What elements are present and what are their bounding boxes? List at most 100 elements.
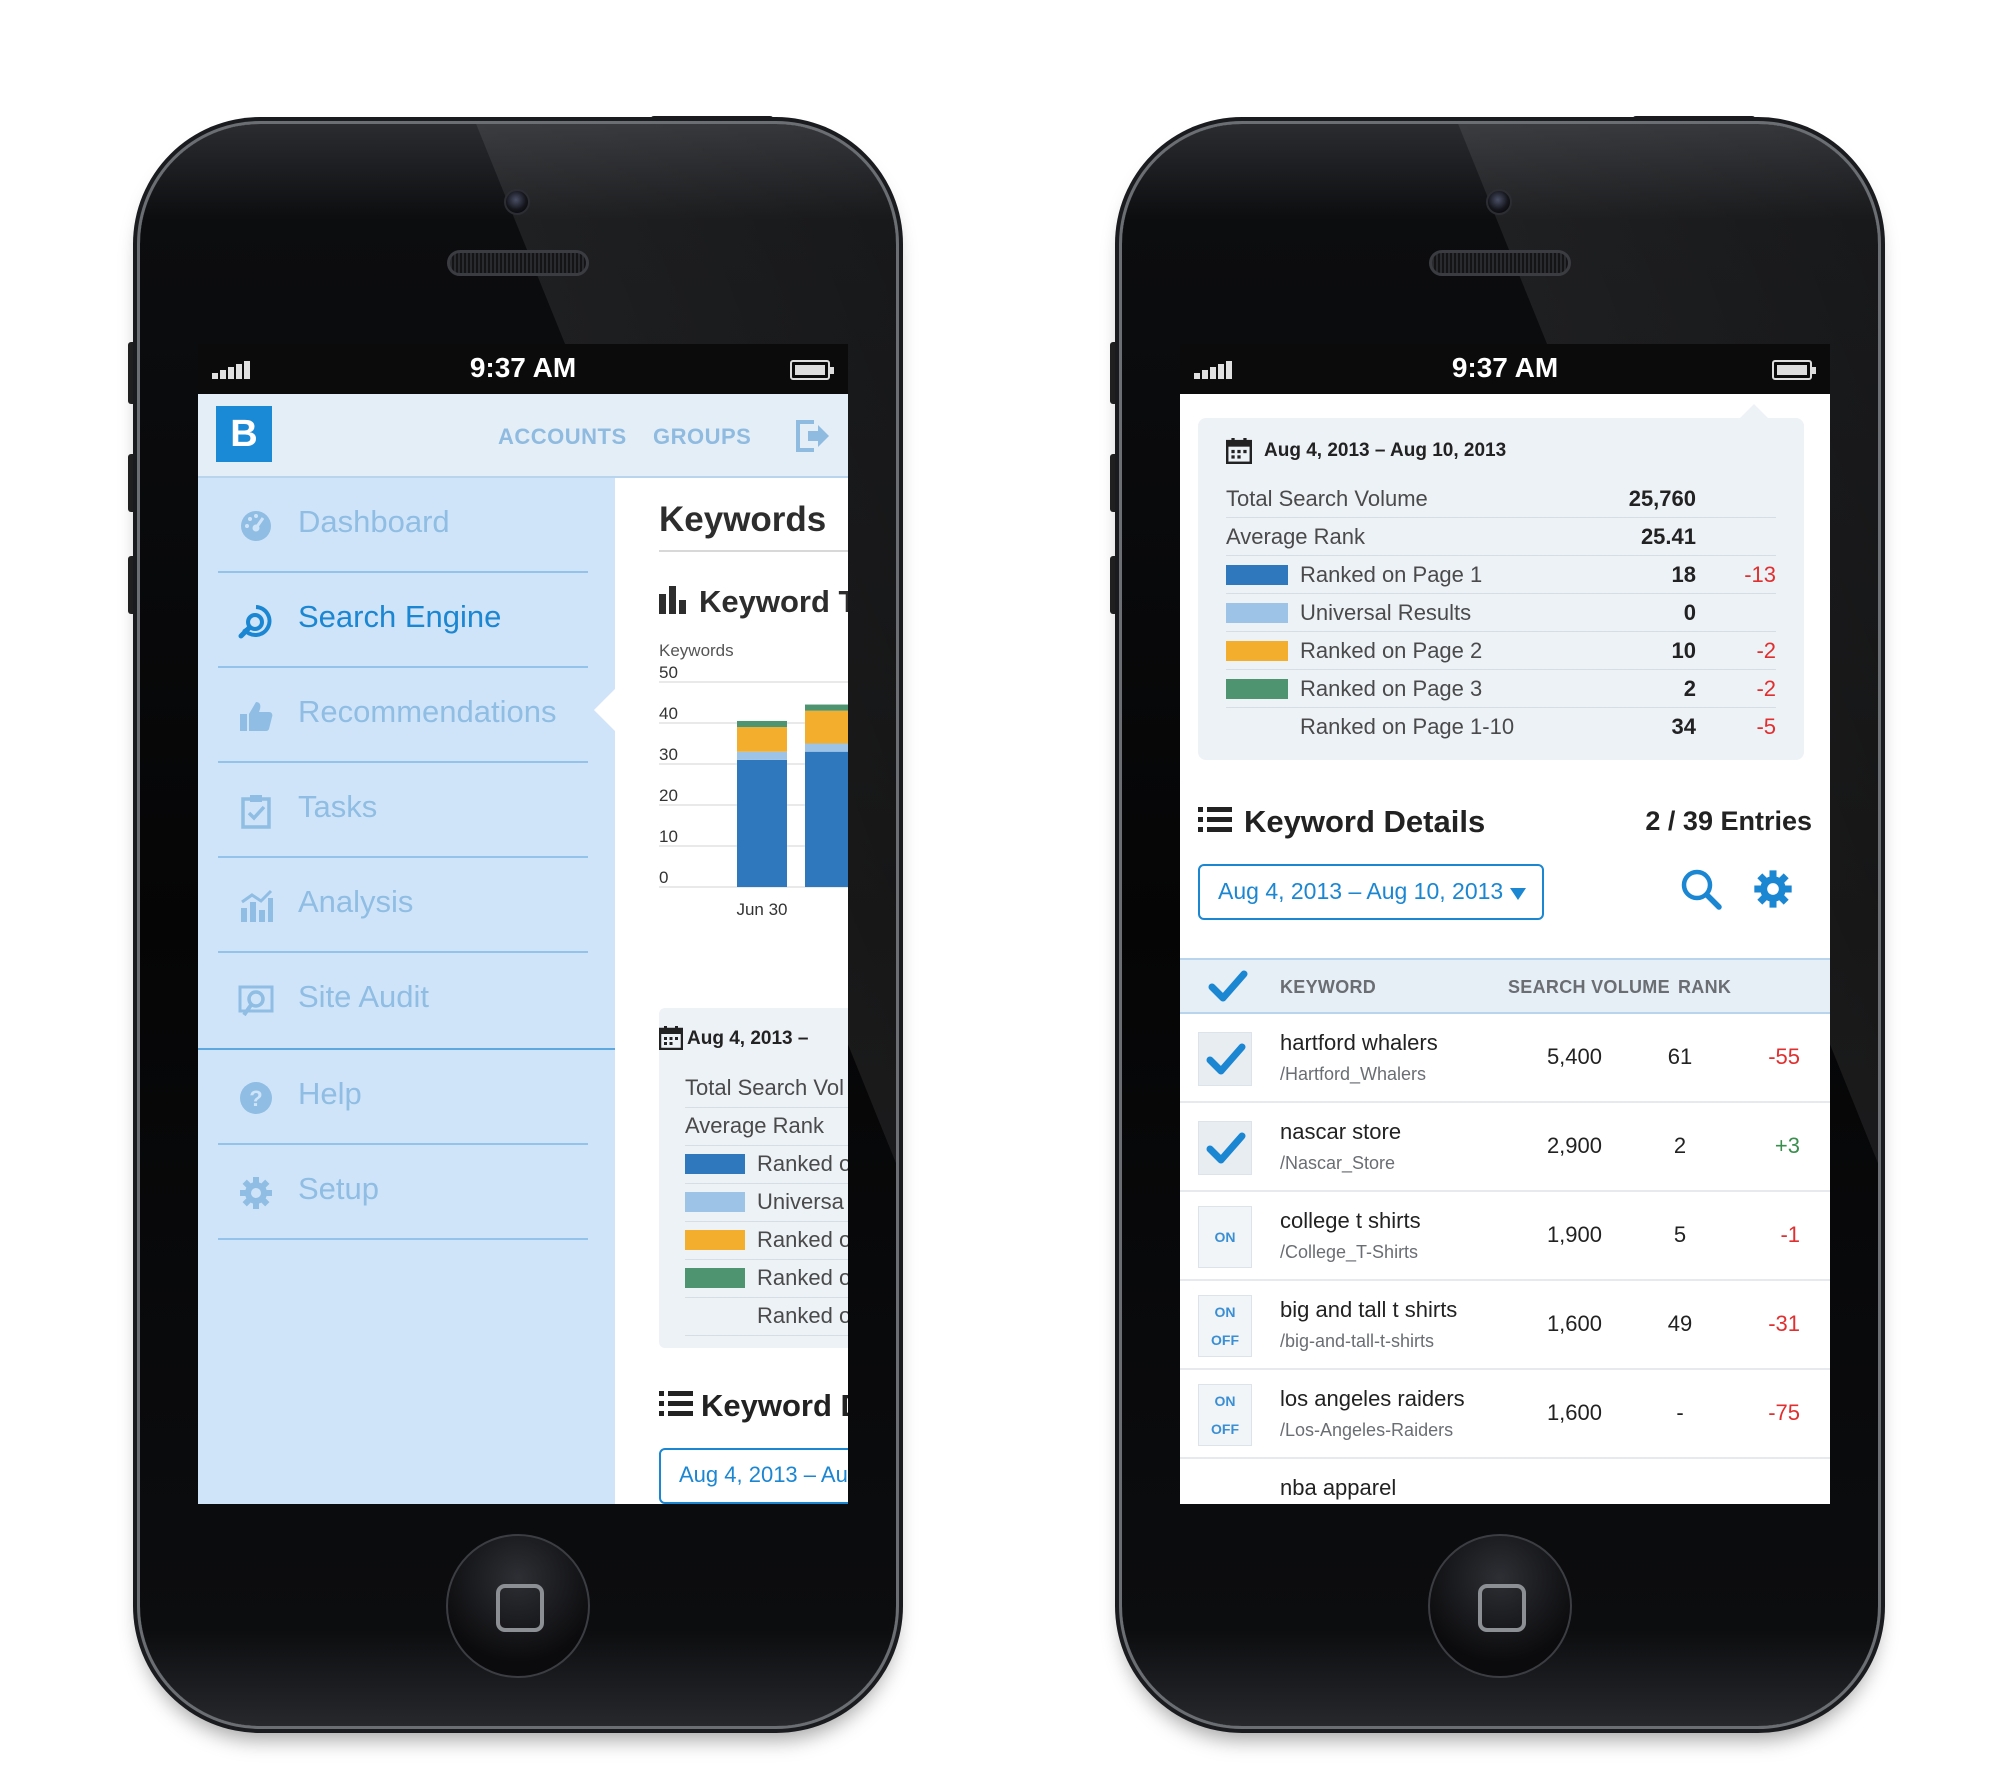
table-row[interactable]: ON OFF big and tall t shirts /big-and-ta… — [1180, 1281, 1830, 1370]
summary-label: Ranked o — [757, 1227, 848, 1252]
app-left: B ACCOUNTS GROUPS Dashboard Search Engin… — [198, 394, 848, 1504]
sidebar-item-analysis[interactable]: Analysis — [218, 858, 588, 953]
select-all-check-icon[interactable] — [1208, 968, 1248, 1006]
legend-swatch — [685, 1230, 745, 1250]
sidebar-item-recommendations[interactable]: Recommendations — [218, 668, 588, 763]
details-heading: Keyword Details — [1244, 804, 1486, 839]
row-toggle[interactable]: ON OFF — [1198, 1384, 1252, 1446]
summary-row: Ranked o — [685, 1298, 848, 1336]
summary-label: Total Search Vol — [685, 1075, 844, 1100]
row-checkbox[interactable] — [1198, 1121, 1252, 1175]
front-camera — [504, 189, 530, 215]
bar-segment — [737, 727, 787, 752]
summary-row-total-volume: Total Search Volume 25,760 — [1226, 480, 1776, 518]
keywords-content: Keywords Keyword T Keywords 50 40 30 20 10 0 Ju… — [615, 478, 848, 1504]
volume-up-button — [128, 454, 138, 512]
summary-row-average-rank: Average Rank 25.41 — [1226, 518, 1776, 556]
search-engine-icon — [238, 605, 272, 639]
keyword-rank: 5 — [1673, 1222, 1687, 1247]
keyword-rank: 49 — [1667, 1311, 1693, 1336]
sidebar-item-setup[interactable]: Setup — [218, 1145, 588, 1240]
sidebar-label-help: Help — [298, 1076, 362, 1111]
bar-segment — [737, 759, 787, 887]
summary-row: Average Rank — [685, 1108, 848, 1146]
date-range-select[interactable]: Aug 4, 2013 – Au — [659, 1448, 848, 1504]
row-checkbox[interactable] — [1198, 1032, 1252, 1086]
table-header: KEYWORD SEARCH VOLUME RANK — [1180, 958, 1830, 1014]
table-row[interactable]: hartford whalers /Hartford_Whalers 5,400… — [1180, 1014, 1830, 1103]
table-row[interactable]: ON college t shirts /College_T-Shirts 1,… — [1180, 1192, 1830, 1281]
top-bar: B ACCOUNTS GROUPS — [198, 394, 848, 478]
sidebar-item-help[interactable]: ? Help — [218, 1050, 588, 1145]
earpiece-speaker — [1429, 250, 1571, 276]
keyword-change: -1 — [1780, 1222, 1800, 1247]
summary-value: 10 — [1671, 638, 1696, 663]
summary-label: Average Rank — [1226, 524, 1366, 549]
toggle-off-label: OFF — [1211, 1332, 1239, 1348]
brand-logo[interactable]: B — [216, 406, 272, 462]
keyword-change: -31 — [1768, 1311, 1800, 1336]
keyword-path: /Nascar_Store — [1280, 1153, 1396, 1173]
sidebar-item-site-audit[interactable]: Site Audit — [218, 953, 588, 1048]
search-icon[interactable] — [1680, 868, 1722, 910]
summary-value: 18 — [1671, 562, 1696, 587]
legend-swatch — [1226, 679, 1288, 699]
row-toggle[interactable]: ON — [1198, 1206, 1252, 1268]
keyword-name: nascar store — [1280, 1119, 1402, 1144]
keyword-volume: 1,600 — [1546, 1400, 1602, 1425]
toggle-off-label: OFF — [1211, 1421, 1239, 1437]
summary-row: Total Search Vol — [685, 1070, 848, 1108]
sidebar-item-search-engine[interactable]: Search Engine — [218, 573, 588, 668]
table-row[interactable]: ON OFF los angeles raiders /Los-Angeles-… — [1180, 1370, 1830, 1459]
settings-gear-icon[interactable] — [1752, 868, 1794, 910]
summary-row-page1-10: Ranked on Page 1-10 34 -5 — [1226, 708, 1776, 746]
sidebar-item-dashboard[interactable]: Dashboard — [218, 478, 588, 573]
column-search-volume[interactable]: SEARCH VOLUME — [1508, 977, 1670, 998]
battery-icon — [790, 360, 834, 380]
keyword-path: /Los-Angeles-Raiders — [1280, 1420, 1454, 1440]
y-tick-label: 30 — [659, 745, 678, 764]
sidebar-menu: Dashboard Search Engine Recommendations … — [198, 478, 616, 1504]
summary-value: 25,760 — [1628, 486, 1696, 511]
check-icon — [1206, 1043, 1246, 1075]
keyword-path: /big-and-tall-t-shirts — [1280, 1331, 1435, 1351]
summary-change: -2 — [1756, 638, 1776, 663]
status-bar: 9:37 AM — [198, 344, 848, 394]
toggle-on-label: ON — [1214, 1393, 1236, 1409]
mute-switch — [128, 342, 138, 404]
summary-panel-partial: Aug 4, 2013 – Total Search Vol Average R… — [659, 1008, 848, 1348]
check-icon — [1206, 1132, 1246, 1164]
earpiece-speaker — [447, 250, 589, 276]
title-divider — [659, 550, 848, 552]
dashboard-gauge-icon — [241, 511, 271, 541]
logout-icon[interactable] — [792, 418, 832, 454]
chart-heading: Keyword T — [659, 584, 848, 620]
sidebar-label-dashboard: Dashboard — [298, 504, 450, 539]
date-range-value: Aug 4, 2013 – Aug 10, 2013 — [1218, 878, 1504, 904]
keyword-name: college t shirts — [1280, 1208, 1421, 1233]
column-keyword[interactable]: KEYWORD — [1280, 977, 1376, 998]
sidebar-label-tasks: Tasks — [298, 789, 378, 824]
status-time: 9:37 AM — [469, 352, 577, 383]
nav-groups[interactable]: GROUPS — [653, 424, 751, 450]
volume-up-button — [1110, 454, 1120, 512]
y-tick-label: 0 — [659, 868, 668, 887]
calendar-icon — [659, 1026, 683, 1050]
summary-label: Average Rank — [685, 1113, 825, 1138]
chart-heading-text: Keyword T — [699, 584, 848, 619]
column-rank[interactable]: RANK — [1678, 977, 1731, 998]
row-toggle[interactable]: ON OFF — [1198, 1295, 1252, 1357]
table-row[interactable]: nascar store /Nascar_Store 2,900 2 +3 — [1180, 1103, 1830, 1192]
status-bar: 9:37 AM — [1180, 344, 1830, 394]
help-icon: ? — [240, 1082, 272, 1114]
sidebar-label-analysis: Analysis — [298, 884, 414, 919]
mute-switch — [1110, 342, 1120, 404]
summary-label: Total Search Volume — [1226, 486, 1428, 511]
summary-row-page3: Ranked on Page 3 2 -2 — [1226, 670, 1776, 708]
nav-accounts[interactable]: ACCOUNTS — [498, 424, 627, 450]
date-range-select[interactable]: Aug 4, 2013 – Aug 10, 2013 — [1198, 864, 1544, 920]
table-row[interactable]: nba apparel — [1180, 1459, 1830, 1504]
summary-row: Universa — [685, 1184, 848, 1222]
sidebar-item-tasks[interactable]: Tasks — [218, 763, 588, 858]
bar-segment — [737, 751, 787, 760]
